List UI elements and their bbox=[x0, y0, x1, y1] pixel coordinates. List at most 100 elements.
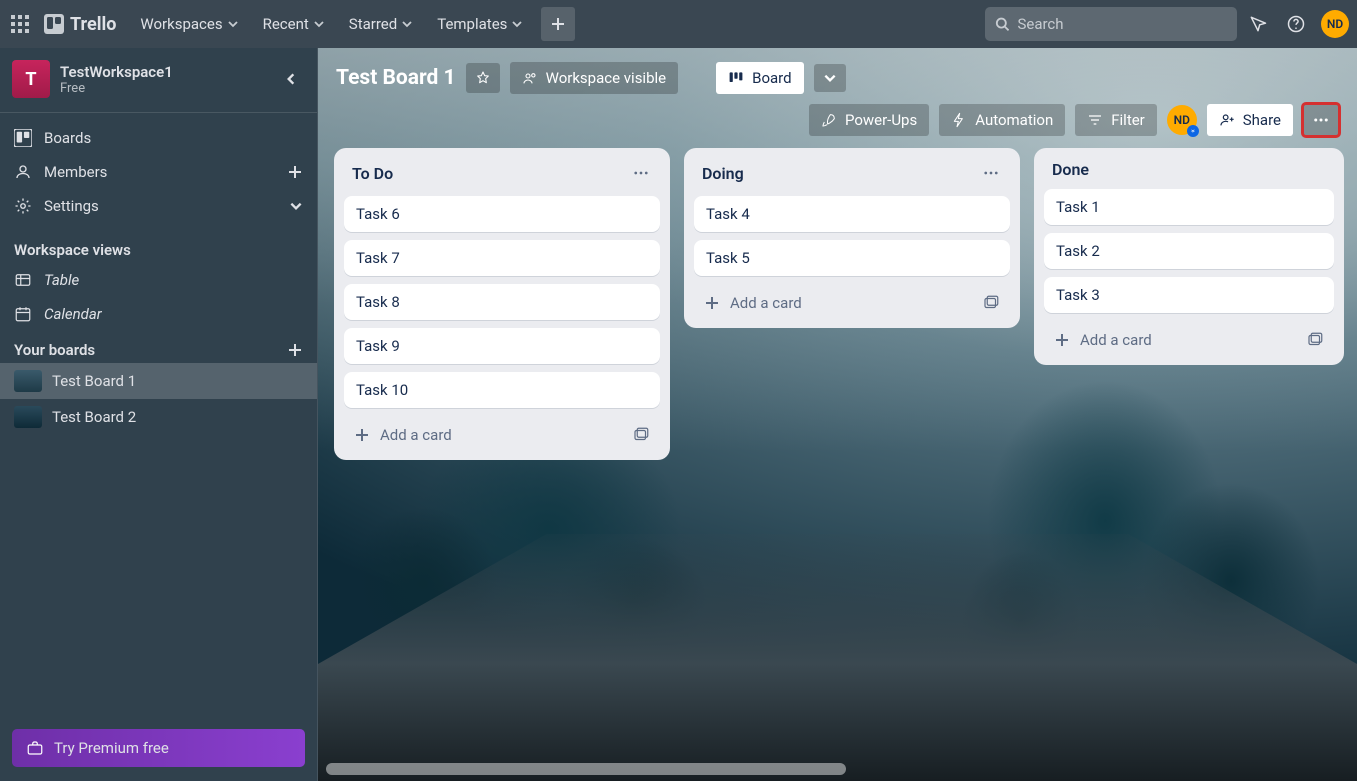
workspace-header: T TestWorkspace1 Free bbox=[0, 48, 317, 113]
filter-icon bbox=[1087, 112, 1103, 128]
list-done: Done Task 1 Task 2 Task 3 Add a card bbox=[1034, 148, 1344, 365]
nav-recent[interactable]: Recent bbox=[253, 9, 335, 39]
add-member-button[interactable] bbox=[287, 164, 303, 180]
card[interactable]: Task 10 bbox=[344, 372, 660, 408]
nav-starred[interactable]: Starred bbox=[339, 9, 423, 39]
chevron-left-icon bbox=[284, 72, 298, 86]
card[interactable]: Task 6 bbox=[344, 196, 660, 232]
share-button[interactable]: Share bbox=[1207, 104, 1293, 136]
view-switcher-button[interactable] bbox=[814, 64, 846, 92]
card[interactable]: Task 7 bbox=[344, 240, 660, 276]
card[interactable]: Task 8 bbox=[344, 284, 660, 320]
apps-launcher-icon[interactable] bbox=[8, 12, 32, 36]
add-card-button[interactable]: Add a card bbox=[700, 290, 968, 316]
card[interactable]: Task 2 bbox=[1044, 233, 1334, 269]
card[interactable]: Task 3 bbox=[1044, 277, 1334, 313]
template-icon bbox=[1306, 331, 1324, 349]
board-view-icon bbox=[728, 70, 744, 86]
list-menu-button[interactable] bbox=[978, 160, 1004, 186]
list-title[interactable]: Done bbox=[1052, 160, 1089, 179]
card-template-button[interactable] bbox=[628, 422, 654, 448]
sidebar-item-boards[interactable]: Boards bbox=[0, 121, 317, 155]
help-button[interactable] bbox=[1279, 7, 1313, 41]
briefcase-icon bbox=[26, 739, 44, 757]
search-icon bbox=[995, 16, 1009, 32]
board-link-test-board-1[interactable]: Test Board 1 bbox=[0, 363, 317, 399]
table-icon bbox=[14, 271, 32, 289]
plus-icon bbox=[354, 427, 370, 443]
board-view-button[interactable]: Board bbox=[716, 62, 803, 94]
list-doing: Doing Task 4 Task 5 Add a card bbox=[684, 148, 1020, 328]
top-nav: Trello Workspaces Recent Starred Templat… bbox=[0, 0, 1357, 48]
help-icon bbox=[1286, 14, 1306, 34]
plus-icon bbox=[287, 342, 303, 358]
list-title[interactable]: Doing bbox=[702, 164, 744, 183]
sidebar-view-calendar[interactable]: Calendar bbox=[0, 297, 317, 331]
sidebar-item-members[interactable]: Members bbox=[0, 155, 317, 189]
automation-button[interactable]: Automation bbox=[939, 104, 1065, 136]
chevron-down-icon bbox=[823, 71, 837, 85]
visibility-button[interactable]: Workspace visible bbox=[510, 62, 679, 94]
power-ups-button[interactable]: Power-Ups bbox=[809, 104, 929, 136]
add-card-button[interactable]: Add a card bbox=[1050, 327, 1292, 353]
notifications-button[interactable] bbox=[1241, 7, 1275, 41]
plus-icon bbox=[704, 295, 720, 311]
star-board-button[interactable] bbox=[466, 63, 500, 93]
calendar-icon bbox=[14, 305, 32, 323]
workspace-name: TestWorkspace1 bbox=[60, 63, 173, 81]
card[interactable]: Task 9 bbox=[344, 328, 660, 364]
board-canvas: Test Board 1 Workspace visible Board bbox=[318, 48, 1357, 781]
list-todo: To Do Task 6 Task 7 Task 8 Task 9 Task 1… bbox=[334, 148, 670, 460]
nav-templates[interactable]: Templates bbox=[427, 9, 533, 39]
plus-icon bbox=[287, 164, 303, 180]
add-card-button[interactable]: Add a card bbox=[350, 422, 618, 448]
filter-button[interactable]: Filter bbox=[1075, 104, 1157, 136]
chevron-down-icon bbox=[401, 18, 413, 30]
bell-icon bbox=[1248, 14, 1268, 34]
horizontal-scrollbar[interactable] bbox=[326, 763, 846, 775]
more-horizontal-icon bbox=[1312, 111, 1330, 129]
list-title[interactable]: To Do bbox=[352, 164, 393, 183]
board-menu-button[interactable] bbox=[1303, 104, 1339, 136]
sidebar-view-table[interactable]: Table bbox=[0, 263, 317, 297]
your-boards-heading: Your boards bbox=[0, 331, 317, 363]
try-premium-button[interactable]: Try Premium free bbox=[12, 729, 305, 767]
boards-icon bbox=[14, 129, 32, 147]
board-link-test-board-2[interactable]: Test Board 2 bbox=[0, 399, 317, 435]
card-template-button[interactable] bbox=[1302, 327, 1328, 353]
nav-workspaces[interactable]: Workspaces bbox=[130, 9, 248, 39]
search-box[interactable] bbox=[985, 7, 1237, 41]
more-horizontal-icon bbox=[982, 164, 1000, 182]
lists-container: To Do Task 6 Task 7 Task 8 Task 9 Task 1… bbox=[318, 144, 1357, 470]
sidebar-item-settings[interactable]: Settings bbox=[0, 189, 317, 223]
workspace-badge: T bbox=[12, 60, 50, 98]
gear-icon bbox=[14, 197, 32, 215]
logo-text: Trello bbox=[70, 14, 116, 35]
bolt-icon bbox=[951, 112, 967, 128]
workspace-plan: Free bbox=[60, 81, 173, 96]
card[interactable]: Task 1 bbox=[1044, 189, 1334, 225]
sidebar: T TestWorkspace1 Free Boards Members Set… bbox=[0, 48, 318, 781]
account-avatar[interactable]: ND bbox=[1321, 10, 1349, 38]
card[interactable]: Task 5 bbox=[694, 240, 1010, 276]
board-title[interactable]: Test Board 1 bbox=[336, 66, 456, 90]
list-menu-button[interactable] bbox=[628, 160, 654, 186]
board-header: Test Board 1 Workspace visible Board bbox=[318, 48, 1357, 144]
list-menu-button[interactable] bbox=[1320, 166, 1328, 174]
settings-expand-button[interactable] bbox=[289, 199, 303, 213]
create-button[interactable] bbox=[541, 7, 575, 41]
workspace-views-heading: Workspace views bbox=[0, 231, 317, 263]
card[interactable]: Task 4 bbox=[694, 196, 1010, 232]
chevron-down-icon bbox=[313, 18, 325, 30]
star-icon bbox=[475, 70, 491, 86]
chevron-down-icon bbox=[227, 18, 239, 30]
template-icon bbox=[632, 426, 650, 444]
trello-logo[interactable]: Trello bbox=[44, 14, 116, 35]
board-member-avatar[interactable]: ND bbox=[1167, 105, 1197, 135]
plus-icon bbox=[1054, 332, 1070, 348]
card-template-button[interactable] bbox=[978, 290, 1004, 316]
rocket-icon bbox=[821, 112, 837, 128]
search-input[interactable] bbox=[1017, 15, 1227, 33]
collapse-sidebar-button[interactable] bbox=[277, 65, 305, 93]
add-board-button[interactable] bbox=[287, 342, 303, 358]
